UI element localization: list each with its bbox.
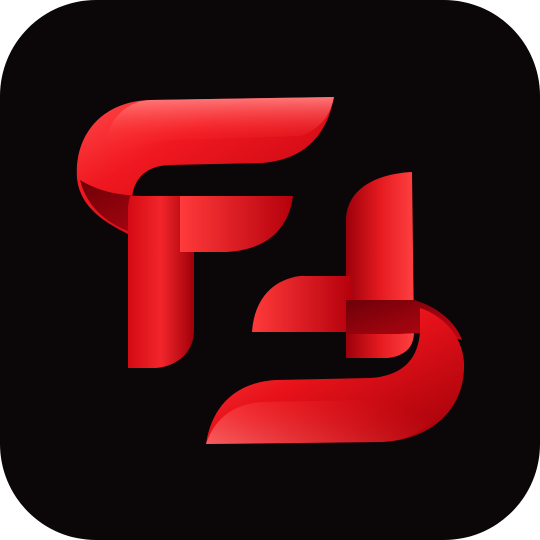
- f-middle-bar: [180, 196, 293, 252]
- app-icon: [0, 0, 540, 540]
- ribbon-monogram-icon: [76, 97, 465, 444]
- second-letter-crossbar: [252, 276, 352, 332]
